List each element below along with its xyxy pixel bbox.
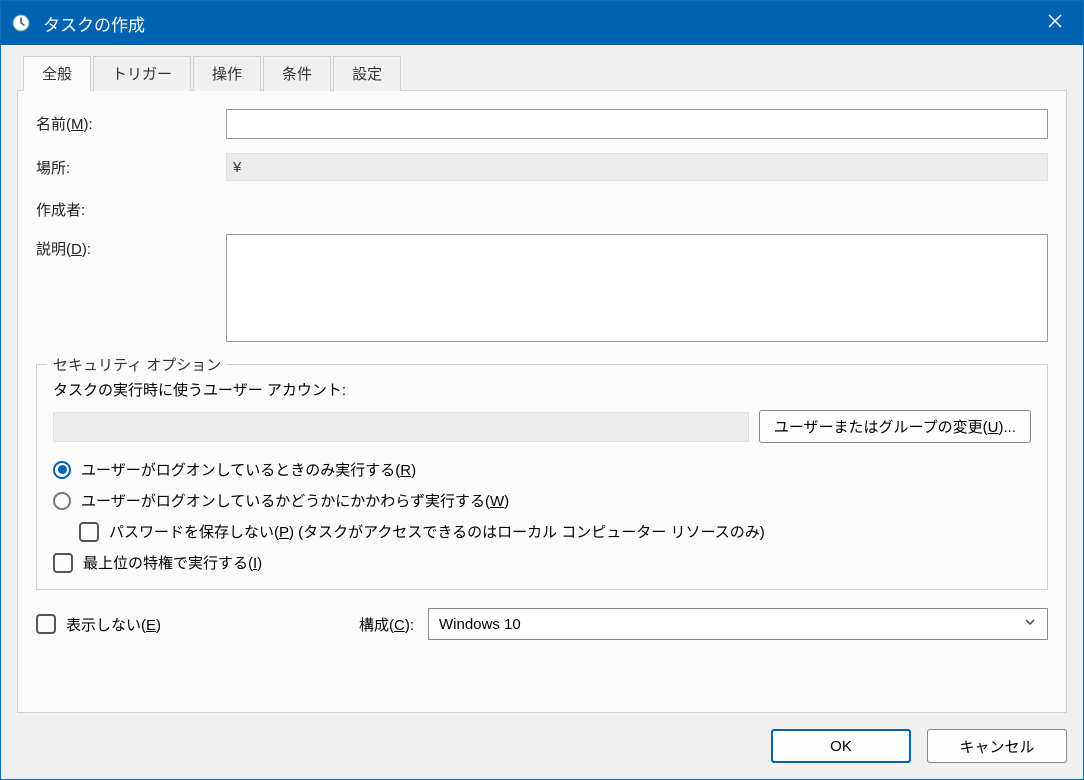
checkbox-icon: [53, 553, 73, 573]
checkbox-do-not-store-password[interactable]: パスワードを保存しない(P) (タスクがアクセスできるのはローカル コンピュータ…: [79, 521, 1031, 542]
titlebar: タスクの作成: [1, 1, 1083, 45]
location-label: 場所:: [36, 153, 226, 178]
security-legend: セキュリティ オプション: [47, 354, 227, 375]
tabpanel-general: 名前(M): 場所: ¥ 作成者: 説明(D):: [17, 90, 1067, 713]
tab-trigger[interactable]: トリガー: [93, 56, 191, 91]
description-input[interactable]: [226, 234, 1048, 342]
radio-label: ユーザーがログオンしているときのみ実行する(R): [81, 459, 416, 480]
radio-run-whether-logged-on[interactable]: ユーザーがログオンしているかどうかにかかわらず実行する(W): [53, 490, 1031, 511]
description-label: 説明(D):: [36, 234, 226, 259]
radio-run-when-logged-on[interactable]: ユーザーがログオンしているときのみ実行する(R): [53, 459, 1031, 480]
radio-icon: [53, 461, 71, 479]
checkbox-icon: [79, 522, 99, 542]
dialog-content: 全般 トリガー 操作 条件 設定 名前(M): 場所: ¥: [1, 45, 1083, 779]
configure-for-select[interactable]: Windows 10: [428, 608, 1048, 640]
tab-general[interactable]: 全般: [23, 56, 91, 91]
account-field: [53, 412, 749, 442]
security-options-group: セキュリティ オプション タスクの実行時に使うユーザー アカウント: ユーザーま…: [36, 364, 1048, 590]
tab-action[interactable]: 操作: [193, 56, 261, 91]
close-button[interactable]: [1027, 1, 1083, 45]
account-description: タスクの実行時に使うユーザー アカウント:: [53, 379, 1031, 400]
tab-setting[interactable]: 設定: [333, 56, 401, 91]
name-label: 名前(M):: [36, 109, 226, 134]
ok-button[interactable]: OK: [771, 729, 911, 763]
author-value: [226, 195, 1048, 199]
checkbox-icon: [36, 614, 56, 634]
tab-strip: 全般 トリガー 操作 条件 設定: [17, 56, 1067, 91]
chevron-down-icon: [1023, 615, 1037, 633]
location-value: ¥: [226, 153, 1048, 181]
checkbox-hidden[interactable]: 表示しない(E): [36, 614, 161, 635]
select-value: Windows 10: [439, 616, 521, 633]
checkbox-label: 表示しない(E): [66, 614, 161, 635]
window-title: タスクの作成: [43, 11, 145, 36]
checkbox-label: パスワードを保存しない(P) (タスクがアクセスできるのはローカル コンピュータ…: [109, 521, 765, 542]
cancel-button[interactable]: キャンセル: [927, 729, 1067, 763]
radio-label: ユーザーがログオンしているかどうかにかかわらず実行する(W): [81, 490, 509, 511]
checkbox-run-highest-privileges[interactable]: 最上位の特権で実行する(I): [53, 552, 1031, 573]
create-task-dialog: タスクの作成 全般 トリガー 操作 条件 設定 名前(M):: [0, 0, 1084, 780]
task-scheduler-icon: [11, 13, 31, 33]
close-icon: [1047, 13, 1063, 33]
tab-condition[interactable]: 条件: [263, 56, 331, 91]
dialog-button-row: OK キャンセル: [17, 713, 1067, 763]
name-input[interactable]: [226, 109, 1048, 139]
change-user-button[interactable]: ユーザーまたはグループの変更(U)...: [759, 410, 1031, 443]
radio-icon: [53, 492, 71, 510]
bottom-options-row: 表示しない(E) 構成(C): Windows 10: [36, 608, 1048, 640]
checkbox-label: 最上位の特権で実行する(I): [83, 552, 262, 573]
configure-for-label: 構成(C):: [359, 614, 414, 635]
author-label: 作成者:: [36, 195, 226, 220]
